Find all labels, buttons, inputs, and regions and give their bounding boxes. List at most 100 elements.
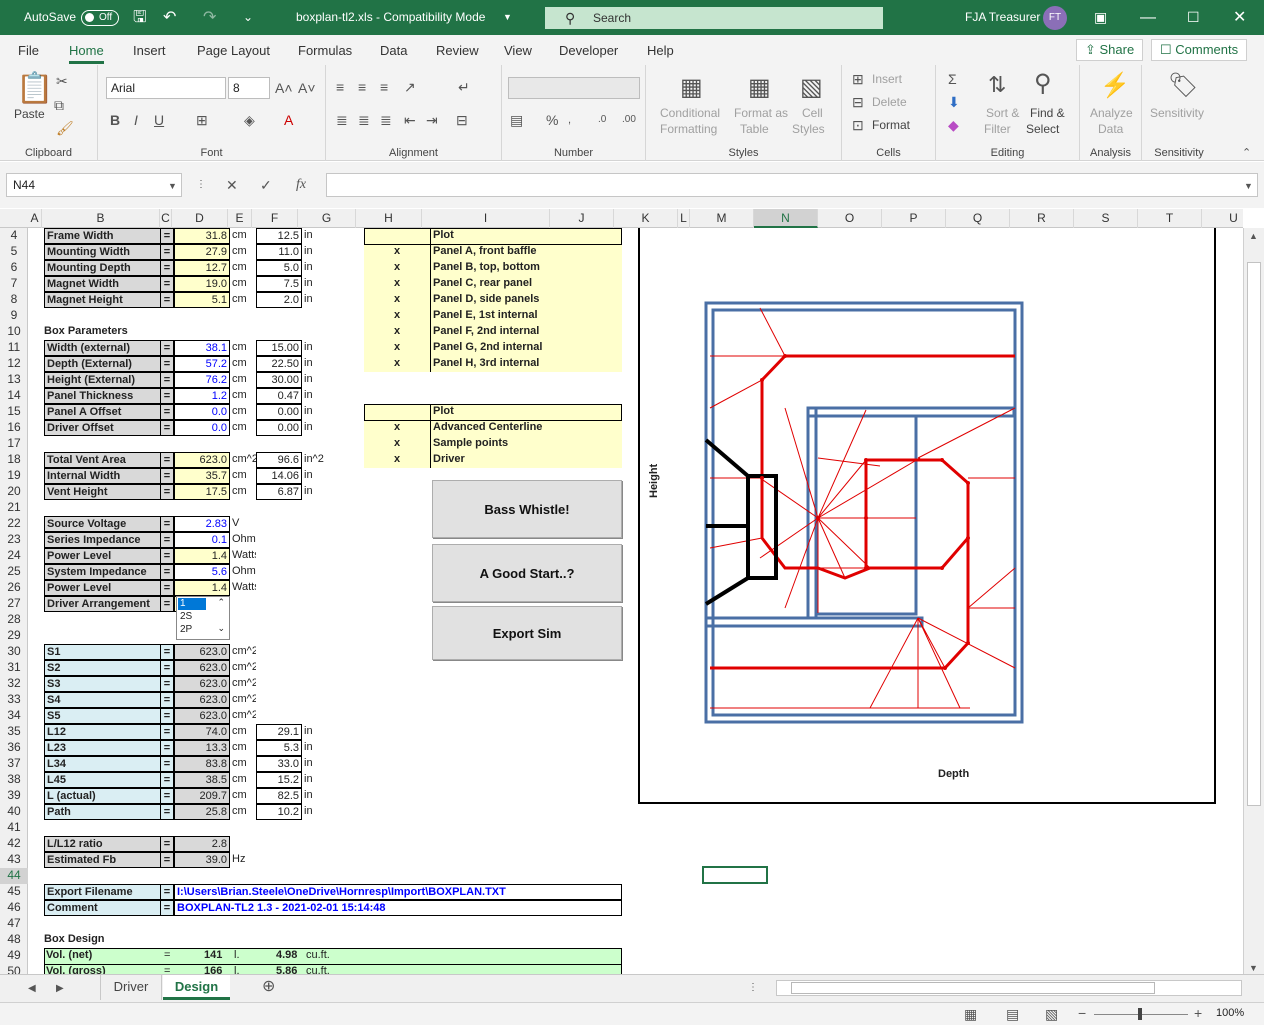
- param-label[interactable]: Internal Width: [44, 468, 162, 484]
- title-chevron-icon[interactable]: ▼: [503, 0, 512, 35]
- plot-toggle[interactable]: x: [364, 260, 430, 276]
- unit-label[interactable]: cm: [230, 468, 256, 484]
- dropdown-down-icon[interactable]: ⌄: [217, 623, 225, 634]
- row-header[interactable]: 46: [0, 900, 28, 916]
- column-header[interactable]: I: [422, 209, 550, 228]
- active-cell-selection[interactable]: [702, 866, 768, 884]
- row-header[interactable]: 48: [0, 932, 28, 948]
- param-value[interactable]: 57.2: [174, 356, 230, 372]
- unit-label[interactable]: in: [302, 292, 332, 308]
- row-header[interactable]: 49: [0, 948, 28, 964]
- param-label[interactable]: L34: [44, 756, 162, 772]
- param-value[interactable]: 1.2: [174, 388, 230, 404]
- unit-label[interactable]: cm: [230, 772, 256, 788]
- param-value[interactable]: 13.3: [174, 740, 230, 756]
- param-value[interactable]: 76.2: [174, 372, 230, 388]
- param-label[interactable]: Frame Width: [44, 228, 162, 244]
- param-value[interactable]: 83.8: [174, 756, 230, 772]
- collapse-ribbon-icon[interactable]: ⌃: [1242, 145, 1251, 161]
- equals-cell[interactable]: =: [160, 340, 174, 356]
- param-label[interactable]: Power Level: [44, 580, 162, 596]
- tab-file[interactable]: File: [18, 43, 39, 58]
- unit-label[interactable]: cm: [230, 372, 256, 388]
- column-header[interactable]: C: [160, 209, 172, 228]
- unit-label[interactable]: V: [230, 516, 256, 532]
- unit-label[interactable]: in: [302, 772, 332, 788]
- row-header[interactable]: 41: [0, 820, 28, 836]
- dropdown-option[interactable]: 2S: [178, 611, 206, 623]
- equals-cell[interactable]: =: [160, 468, 174, 484]
- param-label[interactable]: S3: [44, 676, 162, 692]
- plot-toggle[interactable]: x: [364, 324, 430, 340]
- column-header[interactable]: T: [1138, 209, 1202, 228]
- unit-label[interactable]: in: [302, 724, 332, 740]
- param-value-imperial[interactable]: 30.00: [256, 372, 302, 388]
- equals-cell[interactable]: =: [160, 516, 174, 532]
- param-value[interactable]: 17.5: [174, 484, 230, 500]
- expand-formula-icon[interactable]: ▼: [1244, 178, 1253, 194]
- row-header[interactable]: 8: [0, 292, 28, 308]
- tab-insert[interactable]: Insert: [133, 43, 166, 58]
- param-value[interactable]: 209.7: [174, 788, 230, 804]
- param-label[interactable]: Width (external): [44, 340, 162, 356]
- unit-label[interactable]: in: [302, 740, 332, 756]
- sensitivity-icon[interactable]: 🏷: [1168, 73, 1198, 99]
- unit-label[interactable]: cm: [230, 292, 256, 308]
- comment-value[interactable]: BOXPLAN-TL2 1.3 - 2021-02-01 15:14:48: [174, 900, 622, 916]
- param-value[interactable]: 25.8: [174, 804, 230, 820]
- sheet-tab-driver[interactable]: Driver: [100, 975, 162, 1000]
- unit-label[interactable]: in: [302, 420, 332, 436]
- unit-label[interactable]: cm^2: [230, 644, 256, 660]
- driver-arrangement-dropdown[interactable]: 1 2S 2P ⌃ ⌄: [176, 596, 230, 640]
- param-label[interactable]: L12: [44, 724, 162, 740]
- merge-center-icon[interactable]: ⊟: [456, 112, 468, 128]
- analyze-data-label-1[interactable]: Analyze: [1090, 106, 1133, 121]
- equals-cell[interactable]: =: [160, 356, 174, 372]
- row-header[interactable]: 36: [0, 740, 28, 756]
- find-select-label-2[interactable]: Select: [1026, 122, 1059, 137]
- equals-cell[interactable]: =: [160, 420, 174, 436]
- insert-function-icon[interactable]: fx: [296, 177, 306, 193]
- param-value[interactable]: 623.0: [174, 708, 230, 724]
- equals-cell[interactable]: =: [160, 644, 174, 660]
- align-center-icon[interactable]: ≣: [358, 112, 370, 128]
- param-label[interactable]: L/L12 ratio: [44, 836, 162, 852]
- unit-label[interactable]: in^2: [302, 452, 332, 468]
- row-header[interactable]: 45: [0, 884, 28, 900]
- unit-label[interactable]: in: [302, 468, 332, 484]
- param-value[interactable]: 31.8: [174, 228, 230, 244]
- unit-label[interactable]: cm: [230, 356, 256, 372]
- column-header[interactable]: H: [356, 209, 422, 228]
- row-header[interactable]: 34: [0, 708, 28, 724]
- param-value[interactable]: 35.7: [174, 468, 230, 484]
- param-value-imperial[interactable]: 96.6: [256, 452, 302, 468]
- dropdown-option[interactable]: 1: [178, 598, 206, 610]
- close-icon[interactable]: ✕: [1233, 0, 1246, 35]
- shrink-font-icon[interactable]: A˅: [298, 80, 316, 96]
- format-as-table-label-2[interactable]: Table: [740, 122, 769, 137]
- param-value-imperial[interactable]: 29.1: [256, 724, 302, 740]
- decrease-indent-icon[interactable]: ⇤: [404, 112, 416, 128]
- param-value-imperial[interactable]: 22.50: [256, 356, 302, 372]
- unit-label[interactable]: cm: [230, 756, 256, 772]
- column-header[interactable]: K: [614, 209, 678, 228]
- tab-help[interactable]: Help: [647, 43, 674, 58]
- row-header[interactable]: 6: [0, 260, 28, 276]
- find-select-icon[interactable]: ⚲: [1034, 71, 1052, 97]
- param-label[interactable]: Magnet Width: [44, 276, 162, 292]
- param-value-imperial[interactable]: 2.0: [256, 292, 302, 308]
- sort-filter-label-2[interactable]: Filter: [984, 122, 1011, 137]
- delete-cells-label[interactable]: Delete: [872, 95, 907, 110]
- unit-label[interactable]: cm: [230, 244, 256, 260]
- unit-label[interactable]: in: [302, 228, 332, 244]
- vertical-scroll-thumb[interactable]: [1247, 262, 1261, 806]
- dropdown-up-icon[interactable]: ⌃: [217, 597, 225, 608]
- plot-toggle[interactable]: x: [364, 340, 430, 356]
- unit-label[interactable]: in: [302, 388, 332, 404]
- copy-icon[interactable]: ⧉: [54, 97, 64, 113]
- equals-cell[interactable]: =: [160, 900, 174, 916]
- unit-label[interactable]: in: [302, 788, 332, 804]
- unit-label[interactable]: in: [302, 260, 332, 276]
- param-value[interactable]: 38.5: [174, 772, 230, 788]
- param-value[interactable]: 39.0: [174, 852, 230, 868]
